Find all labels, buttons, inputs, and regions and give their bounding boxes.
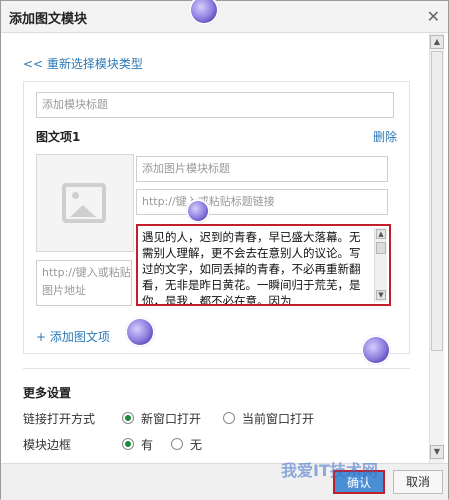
baidu-watermark: Bai 经验 [311, 425, 394, 449]
close-icon[interactable]: ✕ [427, 7, 440, 26]
scroll-up-icon[interactable]: ▲ [430, 35, 444, 49]
decorative-flower-icon [361, 335, 391, 365]
reselect-module-type-link[interactable]: << 重新选择模块类型 [23, 55, 143, 72]
add-graphic-module-dialog: 添加图文模块 ✕ ▲ ▼ << 重新选择模块类型 添加模块标题 图文项1 删除 … [0, 0, 449, 500]
radio-border-no-label[interactable]: 无 [190, 436, 202, 453]
body-text-area[interactable]: 遇见的人，迟到的青春，早已盛大落幕。无需别人理解，更不会去在意别人的议论。写过的… [136, 224, 391, 306]
border-label: 模块边框 [23, 438, 72, 452]
body-text: 遇见的人，迟到的青春，早已盛大落幕。无需别人理解，更不会去在意别人的议论。写过的… [142, 230, 361, 306]
cancel-button[interactable]: 取消 [393, 470, 443, 494]
radio-current-window[interactable] [223, 412, 235, 424]
dialog-titlebar: 添加图文模块 ✕ [1, 1, 448, 33]
site-watermark: 我爱IT技术网 [281, 461, 378, 480]
radio-border-no[interactable] [171, 438, 183, 450]
add-graphic-item-link[interactable]: + 添加图文项 [36, 328, 110, 345]
decorative-flower-icon [125, 317, 155, 347]
radio-new-window-label[interactable]: 新窗口打开 [141, 410, 201, 427]
module-title-input[interactable]: 添加模块标题 [36, 92, 394, 118]
textarea-scroll-up-icon[interactable]: ▲ [376, 229, 386, 239]
image-placeholder-icon [62, 183, 106, 223]
image-title-input[interactable]: 添加图片模块标题 [136, 156, 388, 182]
image-url-input[interactable]: http://键入或粘贴图片地址 [36, 260, 132, 306]
radio-border-yes[interactable] [122, 438, 134, 450]
image-upload-box[interactable] [36, 154, 134, 252]
decorative-flower-icon [186, 199, 210, 223]
textarea-scrollbar[interactable]: ▲ ▼ [374, 228, 387, 302]
dialog-title: 添加图文模块 [9, 12, 88, 27]
radio-new-window[interactable] [122, 412, 134, 424]
graphic-item-panel: 添加模块标题 图文项1 删除 添加图片模块标题 http://键入或粘贴标题链接… [23, 81, 410, 354]
link-open-label: 链接打开方式 [23, 412, 96, 426]
more-settings-title: 更多设置 [23, 386, 72, 400]
radio-border-yes-label[interactable]: 有 [141, 436, 153, 453]
scroll-thumb[interactable] [431, 51, 443, 351]
scroll-down-icon[interactable]: ▼ [430, 445, 444, 459]
radio-current-window-label[interactable]: 当前窗口打开 [242, 410, 314, 427]
textarea-scroll-down-icon[interactable]: ▼ [376, 290, 386, 300]
delete-item-link[interactable]: 删除 [373, 128, 397, 145]
dialog-footer: 确认 取消 [1, 463, 448, 500]
dialog-scrollbar[interactable]: ▲ ▼ [429, 33, 444, 463]
textarea-scroll-thumb[interactable] [376, 242, 386, 254]
item-title: 图文项1 [36, 130, 81, 144]
image-link-input[interactable]: http://键入或粘贴标题链接 [136, 189, 388, 215]
section-divider [23, 368, 410, 369]
